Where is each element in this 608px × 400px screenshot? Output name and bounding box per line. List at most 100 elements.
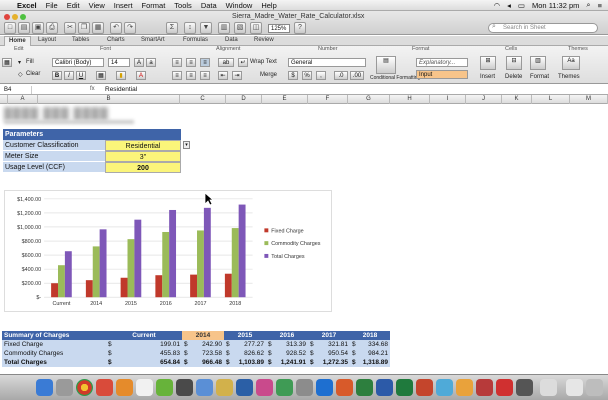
charges-chart[interactable]: $- $200.00 $400.00 $600.00 $800.00 $1,000.00 $…: [4, 190, 332, 312]
bar-commodity-charges[interactable]: [162, 231, 170, 298]
summary-value-cell[interactable]: 1,103.89: [224, 358, 264, 367]
col-header-k[interactable]: K: [502, 95, 532, 104]
wrap-text-button[interactable]: Wrap Text: [250, 59, 277, 65]
summary-value-cell[interactable]: 1,318.89: [350, 358, 388, 367]
summary-value-cell[interactable]: 199.01: [106, 340, 180, 349]
app-icon[interactable]: [216, 379, 233, 396]
redo-icon[interactable]: ↷: [124, 22, 136, 34]
clock[interactable]: Mon 11:32 pm: [532, 1, 579, 10]
summary-value-cell[interactable]: 950.54: [308, 349, 348, 358]
menu-data[interactable]: Data: [201, 1, 217, 10]
filter-icon[interactable]: ▼: [200, 22, 212, 34]
summary-value-cell[interactable]: 277.27: [224, 340, 264, 349]
app-icon[interactable]: [516, 379, 533, 396]
tab-smartart[interactable]: SmartArt: [141, 37, 165, 43]
spotlight-icon[interactable]: ⌕: [586, 0, 590, 10]
menu-view[interactable]: View: [89, 1, 105, 10]
app-icon[interactable]: [316, 379, 333, 396]
tab-home[interactable]: Home: [4, 36, 31, 46]
shrink-font-icon[interactable]: a: [146, 58, 156, 67]
tab-charts[interactable]: Charts: [107, 37, 125, 43]
bar-commodity-charges[interactable]: [92, 246, 100, 298]
bar-total-charges[interactable]: [64, 251, 72, 298]
summary-value-cell[interactable]: 313.39: [266, 340, 306, 349]
undo-icon[interactable]: ↶: [110, 22, 122, 34]
bar-fixed-charge[interactable]: [51, 283, 58, 298]
bar-total-charges[interactable]: [203, 207, 211, 298]
word-icon[interactable]: [376, 379, 393, 396]
app-icon[interactable]: [156, 379, 173, 396]
app-icon[interactable]: [496, 379, 513, 396]
summary-value-cell[interactable]: 455.83: [106, 349, 180, 358]
col-header-i[interactable]: I: [430, 95, 466, 104]
zoom-field[interactable]: 125%: [268, 24, 290, 33]
delete-button[interactable]: Delete: [505, 74, 522, 80]
number-format-select[interactable]: General: [288, 58, 366, 67]
wifi-icon[interactable]: ◠: [494, 1, 501, 10]
bar-commodity-charges[interactable]: [231, 228, 239, 298]
tab-data[interactable]: Data: [225, 37, 238, 43]
summary-value-cell[interactable]: 1,241.91: [266, 358, 306, 367]
menu-file[interactable]: File: [46, 1, 58, 10]
align-right-icon[interactable]: ≡: [200, 71, 210, 80]
open-icon[interactable]: ▤: [18, 22, 30, 34]
col-header-d[interactable]: D: [226, 95, 262, 104]
menu-edit[interactable]: Edit: [67, 1, 80, 10]
comma-icon[interactable]: ,: [316, 71, 326, 80]
customer-classification-cell[interactable]: Residential: [105, 140, 181, 151]
align-middle-icon[interactable]: ≡: [186, 58, 196, 67]
app-icon[interactable]: [336, 379, 353, 396]
align-center-icon[interactable]: ≡: [186, 71, 196, 80]
usage-level-cell[interactable]: 200: [105, 162, 181, 173]
format-button[interactable]: Format: [530, 74, 549, 80]
col-header-g[interactable]: G: [348, 95, 390, 104]
summary-value-cell[interactable]: 723.58: [182, 349, 222, 358]
summary-value-cell[interactable]: 334.68: [350, 340, 388, 349]
gallery-icon[interactable]: ▥: [218, 22, 230, 34]
app-icon[interactable]: [176, 379, 193, 396]
name-box[interactable]: B4: [2, 86, 32, 94]
bar-commodity-charges[interactable]: [127, 239, 135, 298]
style-input[interactable]: Input: [416, 70, 468, 79]
app-icon[interactable]: [436, 379, 453, 396]
summary-value-cell[interactable]: 1,272.35: [308, 358, 348, 367]
bar-total-charges[interactable]: [134, 219, 142, 298]
col-header-f[interactable]: F: [308, 95, 348, 104]
notification-icon[interactable]: ≡: [598, 1, 602, 10]
col-header-h[interactable]: H: [390, 95, 430, 104]
cut-icon[interactable]: ✂: [64, 22, 76, 34]
battery-icon[interactable]: ▭: [518, 1, 525, 10]
app-icon[interactable]: [296, 379, 313, 396]
highlight-icon[interactable]: ▮: [116, 71, 126, 80]
bold-button[interactable]: B: [52, 71, 62, 80]
app-icon[interactable]: [256, 379, 273, 396]
orientation-icon[interactable]: ab: [218, 58, 234, 67]
percent-icon[interactable]: %: [302, 71, 312, 80]
increase-decimal-icon[interactable]: .0: [334, 71, 348, 80]
col-header-j[interactable]: J: [466, 95, 502, 104]
help-icon[interactable]: ?: [294, 22, 306, 34]
summary-value-cell[interactable]: 654.84: [106, 358, 180, 367]
borders-icon[interactable]: ▦: [96, 71, 106, 80]
worksheet[interactable]: ████ ███ ████ Parameters Customer Classi…: [0, 104, 608, 374]
insert-button[interactable]: Insert: [480, 74, 495, 80]
bar-total-charges[interactable]: [238, 204, 246, 298]
menu-app[interactable]: Excel: [17, 1, 37, 10]
bar-fixed-charge[interactable]: [224, 273, 232, 298]
autosum-icon[interactable]: Σ: [166, 22, 178, 34]
conditional-formatting-button[interactable]: Conditional Formatting: [370, 75, 420, 81]
paste-icon[interactable]: ▦: [2, 58, 12, 67]
bar-commodity-charges[interactable]: [197, 230, 204, 298]
bar-fixed-charge[interactable]: [120, 277, 128, 298]
calendar-icon[interactable]: [136, 379, 153, 396]
app-icon[interactable]: [96, 379, 113, 396]
app-icon[interactable]: [236, 379, 253, 396]
bar-total-charges[interactable]: [99, 229, 107, 298]
summary-value-cell[interactable]: 966.48: [182, 358, 222, 367]
close-window-icon[interactable]: [4, 14, 10, 20]
col-header-c[interactable]: C: [180, 95, 226, 104]
trash-icon[interactable]: [586, 379, 603, 396]
menu-insert[interactable]: Insert: [114, 1, 133, 10]
themes-button[interactable]: Themes: [558, 74, 580, 80]
meter-size-cell[interactable]: 3": [105, 151, 181, 162]
